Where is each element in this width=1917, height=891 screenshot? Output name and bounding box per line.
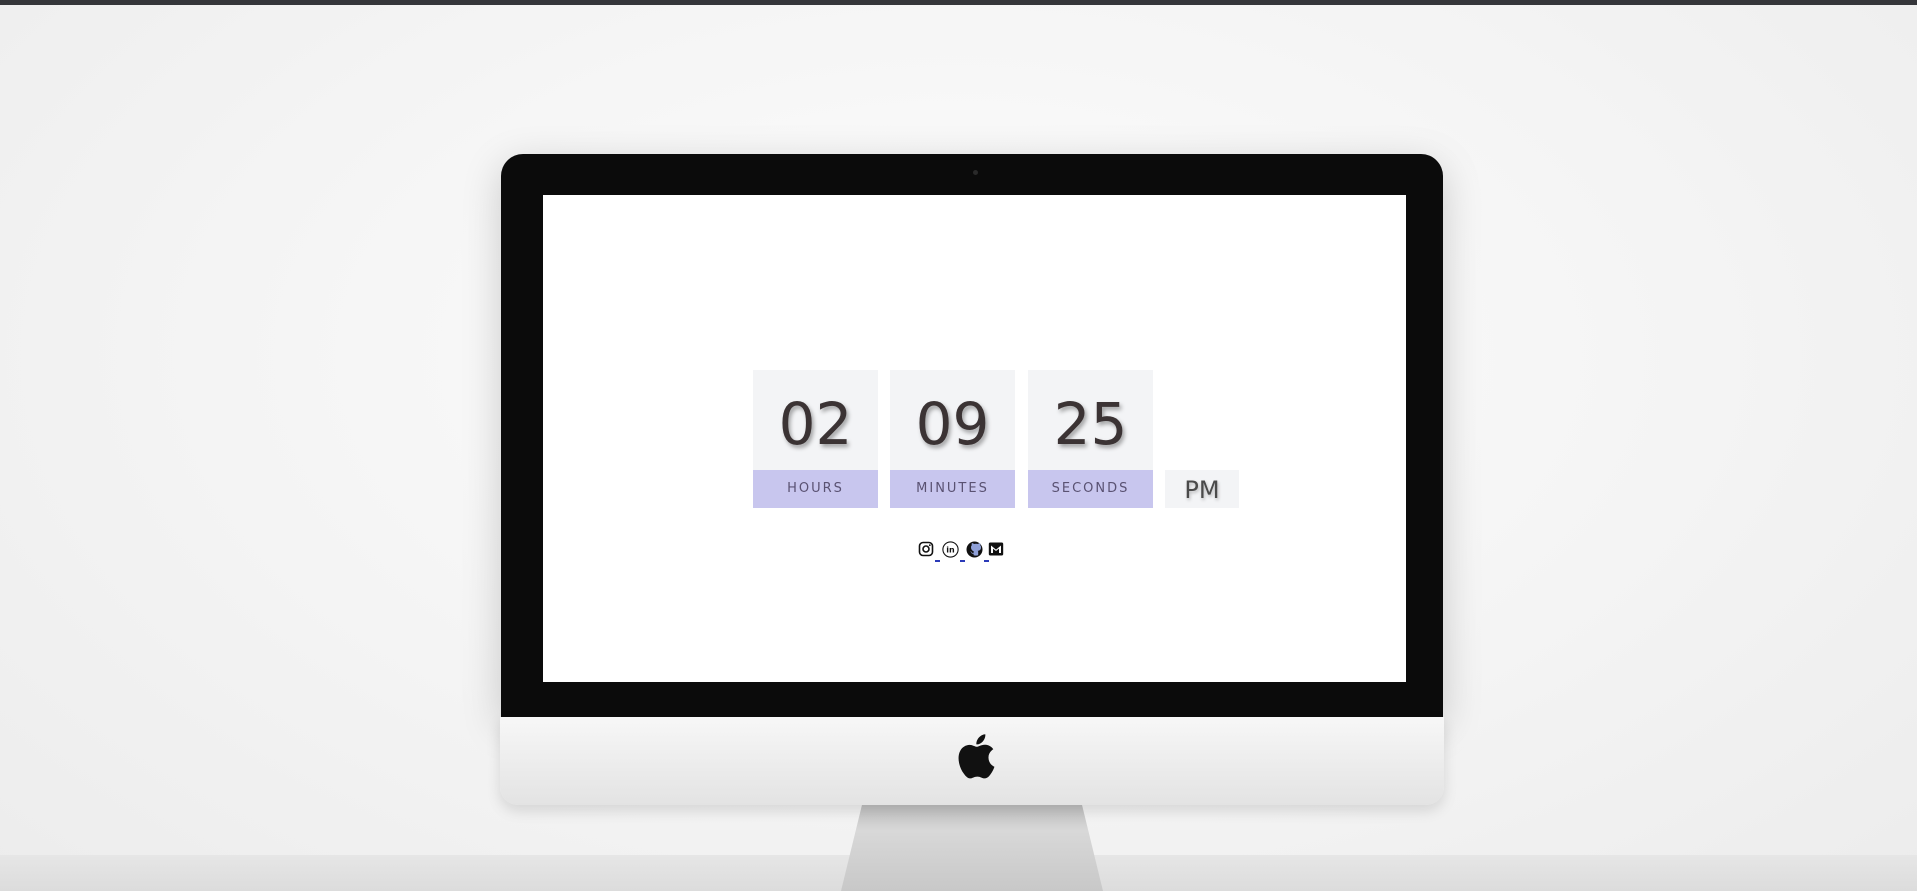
linkedin-link[interactable]: in: [941, 540, 961, 564]
linkedin-icon: in: [942, 541, 959, 558]
gmail-link[interactable]: [987, 540, 1007, 564]
hours-unit: 02 HOURS: [753, 370, 878, 508]
minutes-value: 09: [890, 370, 1015, 470]
hours-value: 02: [753, 370, 878, 470]
instagram-link[interactable]: [917, 540, 937, 564]
github-link[interactable]: [965, 540, 985, 564]
imac-screen: 02 HOURS 09 MINUTES 25 SECONDS PM in: [543, 195, 1406, 682]
github-icon: [966, 541, 983, 558]
browser-top-bar: [0, 0, 1917, 5]
apple-logo-icon: [958, 734, 995, 779]
seconds-value: 25: [1028, 370, 1153, 470]
imac-stand: [841, 805, 1103, 891]
seconds-label: SECONDS: [1028, 470, 1153, 508]
minutes-unit: 09 MINUTES: [890, 370, 1015, 508]
svg-text:in: in: [946, 546, 955, 555]
instagram-icon: [918, 541, 934, 557]
minutes-label: MINUTES: [890, 470, 1015, 508]
gmail-icon: [988, 542, 1004, 556]
am-pm-indicator: PM: [1165, 470, 1239, 508]
link-underline: [935, 560, 940, 562]
hours-label: HOURS: [753, 470, 878, 508]
camera-icon: [973, 170, 978, 175]
seconds-unit: 25 SECONDS: [1028, 370, 1153, 508]
